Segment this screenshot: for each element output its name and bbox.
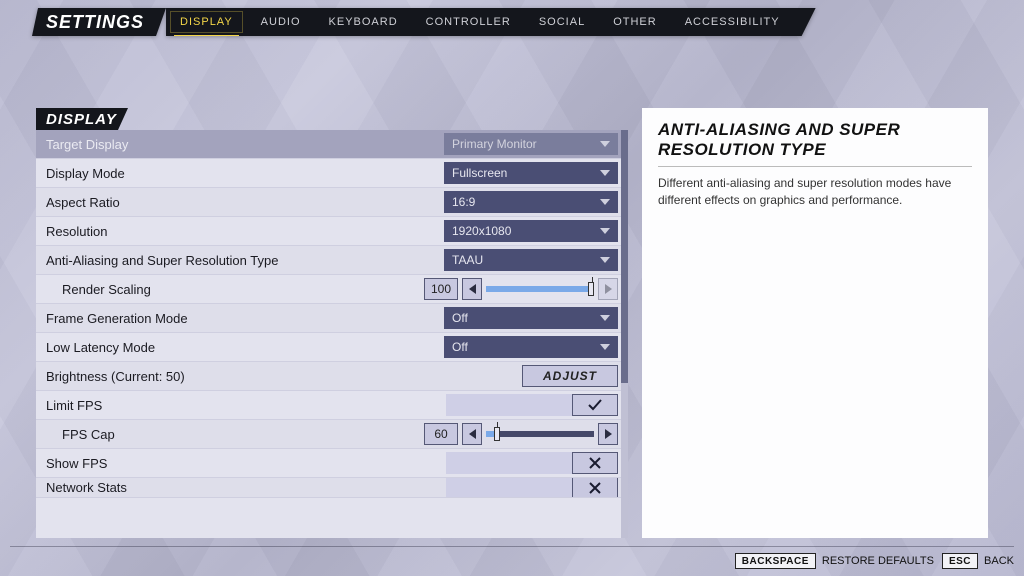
dropdown-resolution[interactable]: 1920x1080 [444,220,618,242]
tab-other[interactable]: OTHER [599,8,671,36]
bottom-bar: BACKSPACE RESTORE DEFAULTS ESC BACK [10,546,1014,570]
decrease-button[interactable] [462,278,482,300]
chevron-down-icon [600,199,610,205]
label-display-mode: Display Mode [46,166,438,181]
hint-label: BACK [984,555,1014,567]
main-area: DISPLAY Target Display Primary Monitor D… [36,108,988,538]
triangle-right-icon [605,429,612,439]
label-network-stats: Network Stats [46,480,440,495]
dropdown-value: 16:9 [452,195,475,209]
row-frame-gen[interactable]: Frame Generation Mode Off [36,304,628,333]
row-show-fps[interactable]: Show FPS [36,449,628,478]
dropdown-aa-type[interactable]: TAAU [444,249,618,271]
label-target-display: Target Display [46,137,438,152]
tab-keyboard[interactable]: KEYBOARD [315,8,412,36]
chevron-down-icon [600,344,610,350]
increase-button[interactable] [598,423,618,445]
top-bar: SETTINGS DISPLAY AUDIO KEYBOARD CONTROLL… [32,8,816,36]
check-icon [587,397,603,413]
dropdown-display-mode[interactable]: Fullscreen [444,162,618,184]
slider-track[interactable] [486,278,594,300]
row-display-mode[interactable]: Display Mode Fullscreen [36,159,628,188]
slider-render-scaling: 100 [424,278,618,300]
triangle-right-icon [605,284,612,294]
checkbox-network-stats[interactable] [572,478,618,498]
row-limit-fps[interactable]: Limit FPS [36,391,628,420]
label-fps-cap: FPS Cap [46,427,418,442]
settings-title: SETTINGS [32,8,166,36]
tab-display[interactable]: DISPLAY [166,8,247,36]
hint-restore-defaults[interactable]: BACKSPACE RESTORE DEFAULTS [735,553,934,569]
settings-tabs: DISPLAY AUDIO KEYBOARD CONTROLLER SOCIAL… [166,8,816,36]
chevron-down-icon [600,170,610,176]
row-resolution[interactable]: Resolution 1920x1080 [36,217,628,246]
tab-audio[interactable]: AUDIO [247,8,315,36]
row-render-scaling[interactable]: Render Scaling 100 [36,275,628,304]
dropdown-target-display[interactable]: Primary Monitor [444,133,618,155]
row-aa-type[interactable]: Anti-Aliasing and Super Resolution Type … [36,246,628,275]
chevron-down-icon [600,141,610,147]
label-brightness: Brightness (Current: 50) [46,369,516,384]
label-frame-gen: Frame Generation Mode [46,311,438,326]
dropdown-value: 1920x1080 [452,224,511,238]
row-aspect-ratio[interactable]: Aspect Ratio 16:9 [36,188,628,217]
label-resolution: Resolution [46,224,438,239]
dropdown-aspect-ratio[interactable]: 16:9 [444,191,618,213]
row-brightness[interactable]: Brightness (Current: 50) ADJUST [36,362,628,391]
hint-back[interactable]: ESC BACK [942,553,1014,569]
x-icon [587,455,603,471]
decrease-button[interactable] [462,423,482,445]
row-target-display[interactable]: Target Display Primary Monitor [36,130,628,159]
label-low-latency: Low Latency Mode [46,340,438,355]
triangle-left-icon [469,284,476,294]
row-network-stats[interactable]: Network Stats [36,478,628,498]
tab-accessibility[interactable]: ACCESSIBILITY [671,8,794,36]
dropdown-low-latency[interactable]: Off [444,336,618,358]
hint-label: RESTORE DEFAULTS [822,555,934,567]
checkbox-limit-fps[interactable] [572,394,618,416]
dropdown-value: Primary Monitor [452,137,537,151]
label-limit-fps: Limit FPS [46,398,440,413]
dropdown-value: Off [452,340,468,354]
settings-rows: Target Display Primary Monitor Display M… [36,130,628,538]
key-esc: ESC [942,553,978,569]
settings-list-panel: DISPLAY Target Display Primary Monitor D… [36,108,628,538]
info-description: Different anti-aliasing and super resolu… [658,175,972,209]
label-render-scaling: Render Scaling [46,282,418,297]
chevron-down-icon [600,228,610,234]
key-backspace: BACKSPACE [735,553,816,569]
value-fps-cap: 60 [424,423,458,445]
scrollbar[interactable] [621,130,628,538]
increase-button[interactable] [598,278,618,300]
row-low-latency[interactable]: Low Latency Mode Off [36,333,628,362]
label-aa-type: Anti-Aliasing and Super Resolution Type [46,253,438,268]
dropdown-value: TAAU [452,253,483,267]
info-panel: ANTI-ALIASING AND SUPER RESOLUTION TYPE … [642,108,988,538]
label-aspect-ratio: Aspect Ratio [46,195,438,210]
slider-fps-cap: 60 [424,423,618,445]
info-title: ANTI-ALIASING AND SUPER RESOLUTION TYPE [658,120,972,167]
chevron-down-icon [600,257,610,263]
panel-header-display: DISPLAY [36,108,128,130]
value-render-scaling: 100 [424,278,458,300]
scrollbar-thumb[interactable] [621,130,628,383]
slider-track[interactable] [486,423,594,445]
dropdown-value: Fullscreen [452,166,507,180]
chevron-down-icon [600,315,610,321]
dropdown-frame-gen[interactable]: Off [444,307,618,329]
triangle-left-icon [469,429,476,439]
dropdown-value: Off [452,311,468,325]
checkbox-show-fps[interactable] [572,452,618,474]
row-fps-cap[interactable]: FPS Cap 60 [36,420,628,449]
tab-social[interactable]: SOCIAL [525,8,599,36]
tab-controller[interactable]: CONTROLLER [412,8,525,36]
x-icon [587,480,603,496]
adjust-button[interactable]: ADJUST [522,365,618,387]
label-show-fps: Show FPS [46,456,440,471]
